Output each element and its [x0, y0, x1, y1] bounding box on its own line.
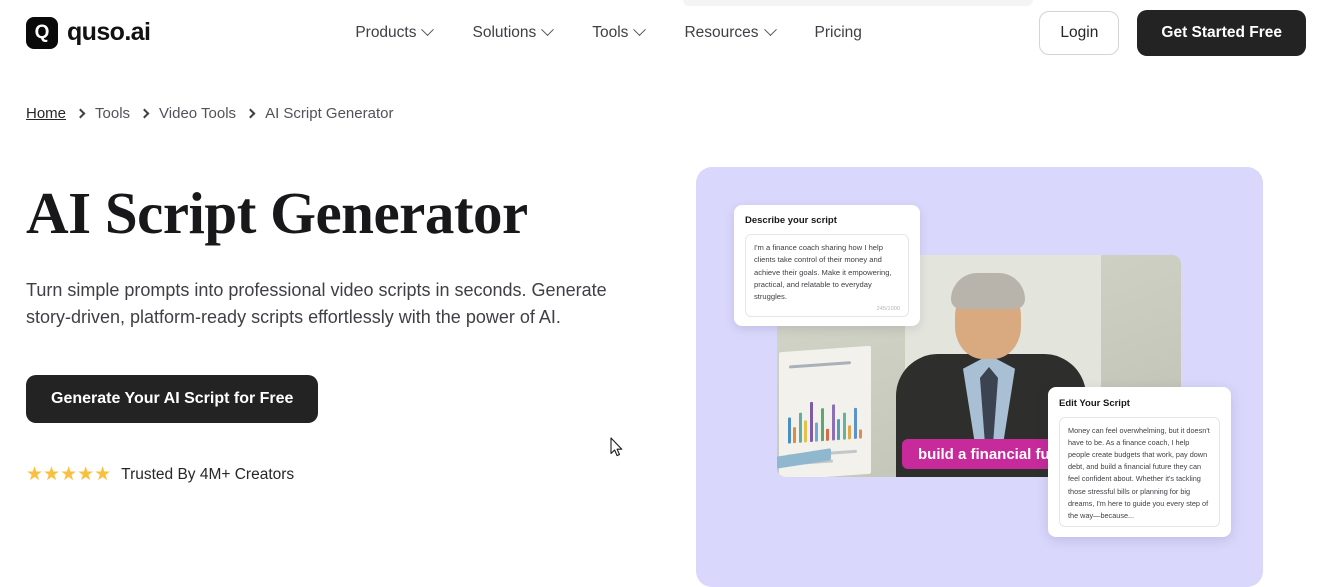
poster-bar: [859, 429, 863, 439]
breadcrumb: Home Tools Video Tools AI Script Generat…: [0, 105, 1332, 122]
describe-script-card: Describe your script I'm a finance coach…: [734, 205, 920, 327]
breadcrumb-item-home[interactable]: Home: [26, 105, 66, 122]
poster-bar: [788, 417, 791, 444]
poster-bar: [793, 426, 797, 444]
hero-section: AI Script Generator Turn simple prompts …: [0, 167, 1332, 587]
nav-item-pricing[interactable]: Pricing: [815, 24, 862, 42]
character-counter: 245/1000: [876, 306, 900, 313]
poster-bar: [842, 412, 846, 440]
poster-title-line: [789, 361, 851, 369]
poster-bar: [853, 407, 857, 439]
chevron-right-icon: [245, 108, 256, 119]
edit-card-text: Money can feel overwhelming, but it does…: [1068, 426, 1210, 520]
logo-glyph: Q: [34, 22, 50, 43]
poster-bar: [815, 422, 819, 442]
poster-bar: [804, 420, 808, 443]
poster-bar: [826, 428, 830, 441]
star-rating-icon: ★★★★★: [26, 464, 112, 486]
nav-item-resources[interactable]: Resources: [684, 23, 777, 42]
describe-script-input[interactable]: I'm a finance coach sharing how I help c…: [745, 234, 909, 318]
poster-accent-tag: [777, 448, 831, 469]
chevron-down-icon: [421, 23, 435, 37]
site-header: Q quso.ai Products Solutions Tools Resou…: [0, 0, 1332, 65]
nav-label: Solutions: [472, 23, 537, 41]
hero-subtitle: Turn simple prompts into professional vi…: [26, 279, 607, 328]
poster-bar: [809, 401, 813, 443]
breadcrumb-item-tools[interactable]: Tools: [95, 105, 130, 122]
breadcrumb-item-video-tools[interactable]: Video Tools: [159, 105, 236, 122]
nav-label: Tools: [592, 23, 629, 41]
person-hair: [951, 273, 1025, 309]
edit-script-input[interactable]: Money can feel overwhelming, but it does…: [1059, 417, 1220, 527]
bar-chart-poster: [777, 345, 871, 477]
quso-logo-icon: Q: [26, 16, 58, 49]
poster-bar: [848, 425, 852, 440]
edit-script-card: Edit Your Script Money can feel overwhel…: [1048, 387, 1231, 537]
nav-item-tools[interactable]: Tools: [592, 23, 647, 42]
nav-label: Products: [355, 23, 417, 41]
nav-item-products[interactable]: Products: [355, 23, 435, 42]
chevron-right-icon: [75, 108, 86, 119]
poster-bar: [820, 408, 824, 442]
edit-card-title: Edit Your Script: [1059, 398, 1130, 409]
nav-label: Resources: [684, 23, 759, 41]
describe-card-text: I'm a finance coach sharing how I help c…: [754, 243, 892, 302]
chevron-down-icon: [633, 23, 647, 37]
get-started-free-button[interactable]: Get Started Free: [1137, 9, 1306, 56]
page-title: AI Script Generator: [26, 180, 528, 246]
describe-card-title: Describe your script: [745, 215, 837, 226]
main-navigation: Products Solutions Tools Resources Prici…: [355, 23, 862, 42]
nav-label: Pricing: [814, 23, 862, 41]
poster-bar: [831, 404, 835, 441]
trust-badge: ★★★★★ Trusted By 4M+ Creators: [26, 465, 666, 484]
login-button[interactable]: Login: [1039, 10, 1120, 55]
hero-content: AI Script Generator Turn simple prompts …: [26, 170, 666, 587]
mouse-cursor: [610, 437, 623, 457]
brand-logo[interactable]: Q quso.ai: [26, 16, 151, 49]
poster-bar: [798, 412, 802, 443]
chevron-down-icon: [541, 23, 555, 37]
hero-preview-panel: build a financial future Describe your s…: [696, 167, 1263, 587]
chevron-right-icon: [139, 108, 150, 119]
breadcrumb-item-current: AI Script Generator: [265, 105, 394, 122]
poster-bar: [837, 418, 841, 441]
nav-item-solutions[interactable]: Solutions: [472, 23, 555, 42]
header-actions: Login Get Started Free: [1039, 9, 1306, 56]
trust-text: Trusted By 4M+ Creators: [121, 465, 295, 483]
brand-name: quso.ai: [67, 18, 151, 46]
chevron-down-icon: [763, 23, 777, 37]
generate-script-button[interactable]: Generate Your AI Script for Free: [26, 375, 319, 424]
poster-bar-chart: [788, 394, 863, 444]
